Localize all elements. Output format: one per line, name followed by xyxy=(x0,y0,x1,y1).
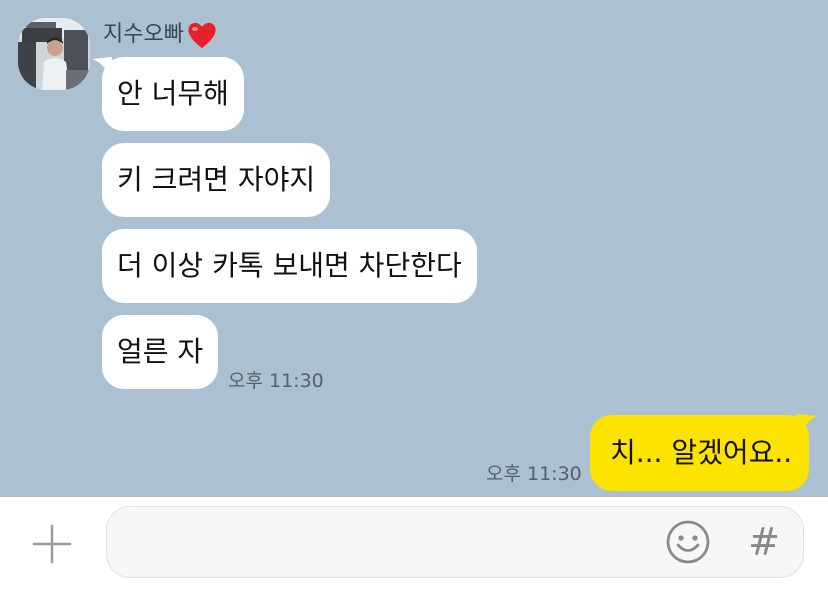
message-text: 얼른 자 xyxy=(117,335,204,368)
incoming-message[interactable]: 얼른 자 xyxy=(102,315,219,389)
hashtag-search-button[interactable]: # xyxy=(744,520,784,564)
incoming-timestamp: 오후 11:30 xyxy=(228,370,324,392)
incoming-message[interactable]: 더 이상 카톡 보내면 차단한다 xyxy=(102,229,477,303)
message-text: 더 이상 카톡 보내면 차단한다 xyxy=(117,249,462,282)
red-heart-icon xyxy=(188,22,216,48)
sender-name: 지수오빠 xyxy=(103,22,184,47)
message-text: 키 크려면 자야지 xyxy=(117,163,316,196)
emoji-icon[interactable] xyxy=(665,519,711,565)
avatar-photo xyxy=(18,18,90,90)
plus-icon[interactable] xyxy=(30,522,74,566)
outgoing-message[interactable]: 치... 알겠어요.. xyxy=(590,415,809,491)
incoming-message[interactable]: 키 크려면 자야지 xyxy=(102,143,331,217)
outgoing-timestamp: 오후 11:30 xyxy=(486,463,582,485)
sender-avatar[interactable] xyxy=(18,18,90,90)
message-text: 안 너무해 xyxy=(117,77,229,110)
chat-area[interactable]: 지수오빠 안 너무해 키 크려면 자야지 더 이상 카톡 보내면 차단한다 얼른… xyxy=(0,0,828,497)
message-text: 치... 알겠어요.. xyxy=(610,436,793,469)
incoming-message[interactable]: 안 너무해 xyxy=(102,57,244,131)
